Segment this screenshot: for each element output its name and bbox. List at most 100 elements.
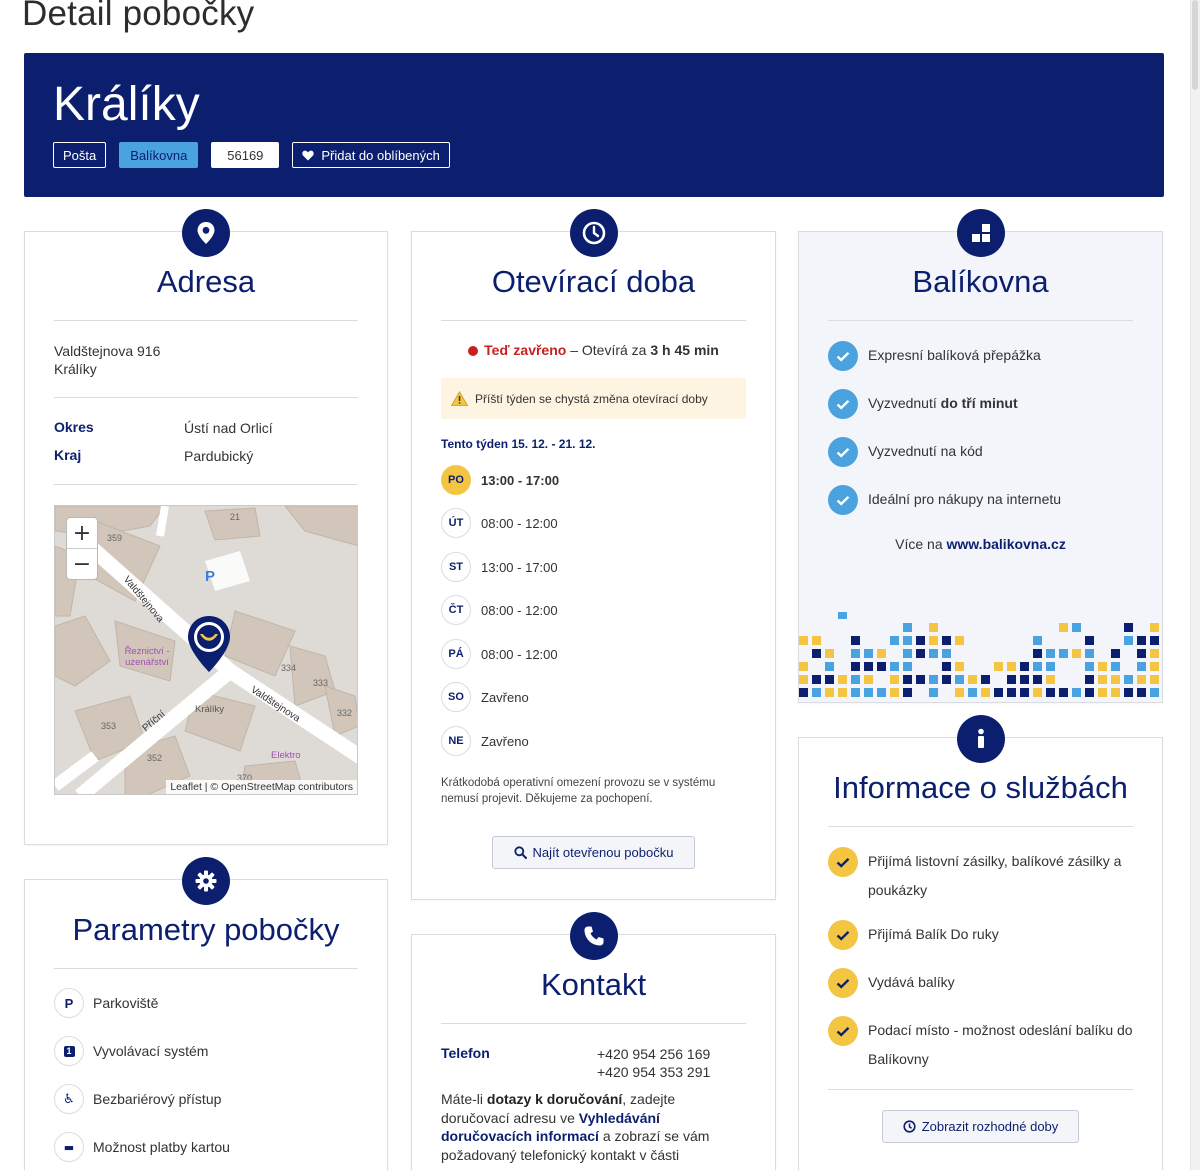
branch-map[interactable]: Valdštejnova Valdštejnova Příční Řeznict… <box>54 505 358 795</box>
day-badge: PO <box>441 465 471 495</box>
param-card-payment: ▬ Možnost platby kartou <box>54 1132 230 1162</box>
pixel-square <box>903 623 912 632</box>
phone-number-2[interactable]: +420 954 353 291 <box>597 1063 710 1081</box>
credit-card-icon: ▬ <box>54 1132 84 1162</box>
map-zoom-control: + − <box>66 517 98 580</box>
service-text: Vydává balíky <box>868 974 955 990</box>
pixel-square <box>825 688 834 697</box>
search-icon <box>513 846 527 859</box>
pixel-square <box>955 662 964 671</box>
pixel-square <box>981 675 990 684</box>
pixel-square <box>1033 675 1042 684</box>
zoom-out-button[interactable]: − <box>67 549 97 580</box>
pixel-square <box>825 675 834 684</box>
queue-ticket-icon: 1 <box>54 1036 84 1066</box>
map-attribution: Leaflet | © OpenStreetMap contributors <box>166 780 357 794</box>
pixel-square <box>890 636 899 645</box>
check-icon <box>828 485 858 515</box>
gear-icon <box>182 857 230 905</box>
pixel-square <box>864 662 873 671</box>
pixel-square <box>1111 662 1120 671</box>
map-marker-icon[interactable] <box>185 614 233 679</box>
hours-note: Krátkodobá operativní omezení provozu se… <box>441 777 716 805</box>
pixel-square <box>929 649 938 658</box>
day-badge: SO <box>441 682 471 712</box>
status-dot-icon <box>468 346 479 356</box>
pixel-square <box>1033 636 1042 645</box>
check-icon <box>828 341 858 371</box>
service-text: Přijímá Balík Do ruky <box>868 926 999 942</box>
map-num: 21 <box>230 512 241 522</box>
pixel-square <box>1137 662 1146 671</box>
pixel-square <box>1111 649 1120 658</box>
scrollbar-thumb[interactable] <box>1192 0 1198 90</box>
pixel-square <box>1046 662 1055 671</box>
decisive-times-button[interactable]: Zobrazit rozhodné doby <box>882 1110 1079 1143</box>
divider <box>54 484 358 485</box>
param-label: Bezbariérový přístup <box>93 1091 222 1107</box>
divider <box>441 320 746 321</box>
balikovna-website-link[interactable]: www.balikovna.cz <box>947 536 1066 552</box>
phone-number-1[interactable]: +420 954 256 169 <box>597 1045 710 1063</box>
pixel-square <box>1098 688 1107 697</box>
pixel-square <box>1124 675 1133 684</box>
page-title: Detail pobočky <box>22 0 255 33</box>
pixel-square <box>1020 662 1029 671</box>
pixel-square <box>812 688 821 697</box>
pixel-square <box>1072 623 1081 632</box>
check-icon <box>828 920 858 950</box>
zoom-in-button[interactable]: + <box>67 518 97 549</box>
balikovna-title: Balíkovna <box>912 264 1049 299</box>
find-open-branch-button[interactable]: Najít otevřenou pobočku <box>492 836 695 869</box>
add-favorite-button[interactable]: Přidat do oblíbených <box>292 142 450 168</box>
map-label-butcher: Řeznictví - uzenářství <box>124 646 170 668</box>
pixel-square <box>1059 688 1068 697</box>
param-queue-system: 1 Vyvolávací systém <box>54 1036 208 1066</box>
osm-attribution[interactable]: | © OpenStreetMap contributors <box>202 781 353 793</box>
pixel-square <box>1020 688 1029 697</box>
pixel-square <box>877 649 886 658</box>
page-scrollbar[interactable] <box>1190 0 1200 1170</box>
delivery-text-bold: dotazy k doručování <box>486 1091 623 1107</box>
pixel-square <box>1072 688 1081 697</box>
param-accessibility: ♿ Bezbariérový přístup <box>54 1084 221 1114</box>
district-label: Okres <box>54 419 94 435</box>
pixel-square <box>1150 662 1159 671</box>
map-label-elektro: Elektro <box>271 750 301 761</box>
phone-label: Telefon <box>441 1045 490 1061</box>
pixel-square <box>1098 662 1107 671</box>
pixel-square <box>825 662 834 671</box>
pixel-square <box>994 688 1003 697</box>
pixel-square <box>955 636 964 645</box>
pixel-square <box>890 675 899 684</box>
pixel-square <box>981 688 990 697</box>
pixel-square <box>1111 675 1120 684</box>
pixel-square <box>851 649 860 658</box>
status-opens-in: 3 h 45 min <box>650 342 719 358</box>
address-title: Adresa <box>156 264 256 299</box>
pixel-square <box>1085 688 1094 697</box>
pixel-square <box>1033 662 1042 671</box>
day-hours: 08:00 - 12:00 <box>481 646 558 662</box>
address-street: Valdštejnova 916 <box>54 343 161 359</box>
pixel-square <box>1072 649 1081 658</box>
day-hours: 08:00 - 12:00 <box>481 602 558 618</box>
add-favorite-label: Přidat do oblíbených <box>321 147 440 163</box>
balikovna-feature: Expresní balíková přepážka <box>828 341 1041 371</box>
address-card: Adresa Valdštejnova 916 Králíky Okres Ús… <box>24 209 388 845</box>
pixel-square <box>1124 688 1133 697</box>
pixel-square <box>851 636 860 645</box>
pixel-square <box>1046 688 1055 697</box>
pixel-square <box>799 675 808 684</box>
phone-icon <box>569 912 618 960</box>
pixel-square <box>994 662 1003 671</box>
pixel-square <box>1137 688 1146 697</box>
pixel-square <box>903 649 912 658</box>
decisive-times-label: Zobrazit rozhodné doby <box>921 1119 1059 1134</box>
day-hours: 13:00 - 17:00 <box>481 559 558 575</box>
map-num: 334 <box>281 663 297 673</box>
feature-text-normal: Vyzvednutí na kód <box>868 443 983 459</box>
pixel-square <box>942 662 951 671</box>
leaflet-link[interactable]: Leaflet <box>170 781 202 793</box>
param-label: Parkoviště <box>93 995 159 1011</box>
